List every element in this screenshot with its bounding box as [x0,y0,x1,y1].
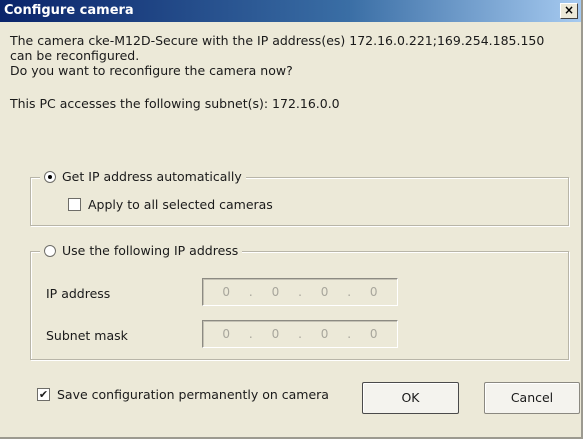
save-permanently-label: Save configuration permanently on camera [57,387,329,402]
radio-unselected-icon [44,244,56,257]
message-line-2: can be reconfigured. [10,48,140,63]
configure-camera-dialog: Configure camera × The camera cke-M12D-S… [0,0,583,439]
manual-ip-radio[interactable]: Use the following IP address [40,243,243,258]
ip-address-field[interactable]: 0 . 0 . 0 . 0 [202,278,398,306]
save-permanently-checkbox[interactable]: ✔ Save configuration permanently on came… [37,387,329,402]
ip-dot: . [298,285,302,299]
mask-octet: 0 [320,327,329,341]
mask-dot: . [248,327,253,341]
apply-all-label: Apply to all selected cameras [88,197,273,212]
auto-ip-label: Get IP address automatically [62,169,242,184]
manual-ip-label: Use the following IP address [62,243,239,258]
close-icon: × [563,3,575,17]
auto-ip-radio[interactable]: Get IP address automatically [40,169,246,184]
close-button[interactable]: × [560,3,578,19]
ip-octet: 0 [271,285,280,299]
subnet-info: This PC accesses the following subnet(s)… [10,96,340,111]
mask-dot: . [298,327,302,341]
ip-octet: 0 [222,285,231,299]
mask-octet: 0 [222,327,231,341]
apply-all-checkbox[interactable]: Apply to all selected cameras [68,197,273,212]
mask-dot: . [347,327,352,341]
window-title: Configure camera [4,3,134,18]
ip-address-label: IP address [46,286,111,301]
title-bar[interactable]: Configure camera × [0,0,581,22]
checkmark-icon: ✔ [37,388,50,401]
subnet-mask-field[interactable]: 0 . 0 . 0 . 0 [202,320,398,348]
message-line-3: Do you want to reconfigure the camera no… [10,63,293,78]
ip-octet: 0 [320,285,329,299]
message-line-1: The camera cke-M12D-Secure with the IP a… [10,33,545,48]
radio-selected-icon [44,170,56,183]
cancel-button[interactable]: Cancel [484,382,580,414]
mask-octet: 0 [369,327,378,341]
ip-dot: . [248,285,253,299]
checkbox-unchecked-icon [68,198,81,211]
mask-octet: 0 [271,327,280,341]
ok-button[interactable]: OK [362,382,459,414]
ip-dot: . [347,285,352,299]
ip-octet: 0 [369,285,378,299]
subnet-mask-label: Subnet mask [46,328,128,343]
